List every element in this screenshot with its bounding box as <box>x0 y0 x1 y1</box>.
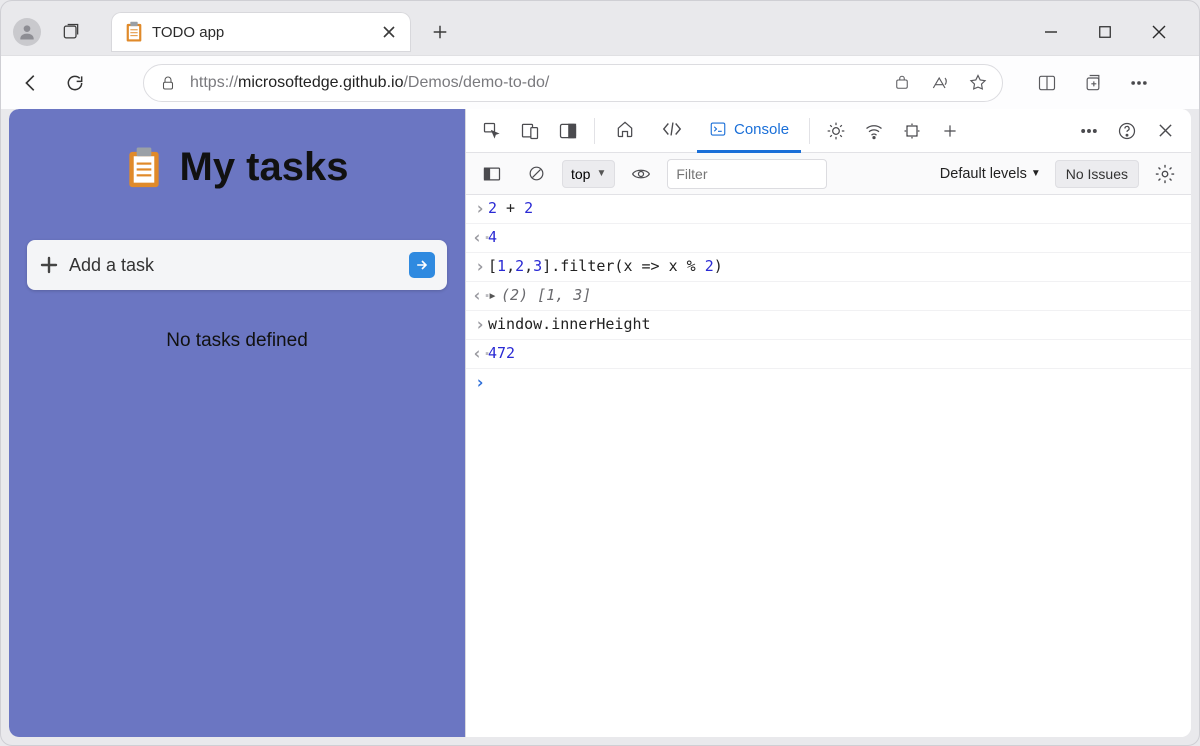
devtools-toolbar: Console <box>466 109 1191 153</box>
tab-actions-icon[interactable] <box>59 20 83 44</box>
tab-welcome[interactable] <box>603 109 647 153</box>
page-title-text: My tasks <box>180 145 349 190</box>
window-controls <box>1041 22 1189 42</box>
console-row: [1,2,3].filter(x => x % 2) <box>466 253 1191 282</box>
split-screen-icon[interactable] <box>1037 73 1057 93</box>
console-row: ▸(2) [1, 3] <box>466 282 1191 311</box>
tab-close-button[interactable] <box>381 24 397 40</box>
devtools-more-icon[interactable] <box>1071 114 1107 148</box>
devtools-close-button[interactable] <box>1147 114 1183 148</box>
favorite-icon[interactable] <box>968 73 988 93</box>
browser-toolbar: https://microsoftedge.github.io/Demos/de… <box>1 55 1199 109</box>
tab-console[interactable]: Console <box>697 109 801 153</box>
lock-icon <box>158 73 178 93</box>
minimize-button[interactable] <box>1041 22 1061 42</box>
url-text: https://microsoftedge.github.io/Demos/de… <box>190 74 880 92</box>
network-icon[interactable] <box>856 114 892 148</box>
clipboard-icon <box>126 146 162 190</box>
back-button[interactable] <box>15 67 47 99</box>
help-icon[interactable] <box>1109 114 1145 148</box>
issues-button[interactable]: No Issues <box>1055 160 1139 188</box>
plus-icon <box>39 255 59 275</box>
tab-console-label: Console <box>734 121 789 138</box>
submit-task-button[interactable] <box>409 252 435 278</box>
context-selector[interactable]: top ▼ <box>562 160 615 188</box>
address-bar[interactable]: https://microsoftedge.github.io/Demos/de… <box>143 64 1003 102</box>
profile-avatar[interactable] <box>13 18 41 46</box>
more-tabs-button[interactable] <box>932 114 968 148</box>
collections-icon[interactable] <box>1083 73 1103 93</box>
refresh-button[interactable] <box>59 67 91 99</box>
more-menu-icon[interactable] <box>1129 73 1149 93</box>
inspect-element-icon[interactable] <box>474 114 510 148</box>
console-row: 4 <box>466 224 1191 253</box>
log-levels-dropdown[interactable]: Default levels ▼ <box>934 166 1047 182</box>
clipboard-icon <box>125 21 143 43</box>
new-tab-button[interactable] <box>423 15 457 49</box>
tab-title: TODO app <box>152 24 372 41</box>
todo-app-page: My tasks Add a task No tasks defined <box>9 109 465 737</box>
close-window-button[interactable] <box>1149 22 1169 42</box>
content-area: My tasks Add a task No tasks defined Con… <box>9 109 1191 737</box>
sources-icon[interactable] <box>818 114 854 148</box>
context-selector-value: top <box>571 166 590 182</box>
console-settings-icon[interactable] <box>1147 157 1183 191</box>
clear-console-icon[interactable] <box>518 157 554 191</box>
maximize-button[interactable] <box>1095 22 1115 42</box>
dock-side-icon[interactable] <box>550 114 586 148</box>
browser-tabstrip: TODO app <box>1 1 1199 55</box>
tab-elements[interactable] <box>649 109 695 153</box>
filter-input[interactable] <box>667 159 827 189</box>
add-task-input[interactable]: Add a task <box>27 240 447 290</box>
console-row: 2 + 2 <box>466 195 1191 224</box>
empty-state-text: No tasks defined <box>166 330 308 352</box>
performance-icon[interactable] <box>894 114 930 148</box>
devtools-panel: Console top ▼ Default levels ▼ No Iss <box>465 109 1191 737</box>
console-row: 472 <box>466 340 1191 369</box>
console-row: window.innerHeight <box>466 311 1191 340</box>
add-task-placeholder: Add a task <box>69 255 399 276</box>
shopping-icon[interactable] <box>892 73 912 93</box>
live-expression-icon[interactable] <box>623 157 659 191</box>
device-toolbar-icon[interactable] <box>512 114 548 148</box>
console-prompt[interactable] <box>466 369 1191 397</box>
console-sidebar-toggle[interactable] <box>474 157 510 191</box>
page-title: My tasks <box>126 145 349 190</box>
console-output[interactable]: 2 + 24[1,2,3].filter(x => x % 2)▸(2) [1,… <box>466 195 1191 737</box>
browser-tab[interactable]: TODO app <box>111 12 411 52</box>
console-toolbar: top ▼ Default levels ▼ No Issues <box>466 153 1191 195</box>
read-aloud-icon[interactable] <box>930 73 950 93</box>
